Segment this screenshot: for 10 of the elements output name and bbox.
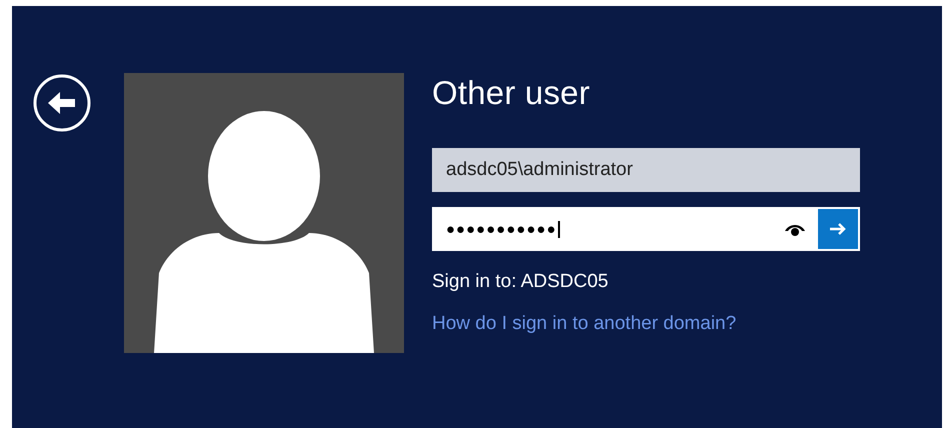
eye-icon[interactable]: [784, 222, 806, 236]
user-avatar-icon: [124, 73, 404, 353]
username-field[interactable]: adsdc05\administrator: [432, 148, 860, 192]
submit-button[interactable]: [818, 209, 858, 249]
sign-in-domain-text: Sign in to: ADSDC05: [432, 271, 610, 293]
back-button[interactable]: [32, 73, 92, 133]
other-domain-link[interactable]: How do I sign in to another domain?: [432, 313, 736, 335]
user-name-title: Other user: [432, 73, 591, 113]
password-field[interactable]: ●●●●●●●●●●●: [432, 207, 860, 251]
arrow-icon: [829, 222, 847, 236]
